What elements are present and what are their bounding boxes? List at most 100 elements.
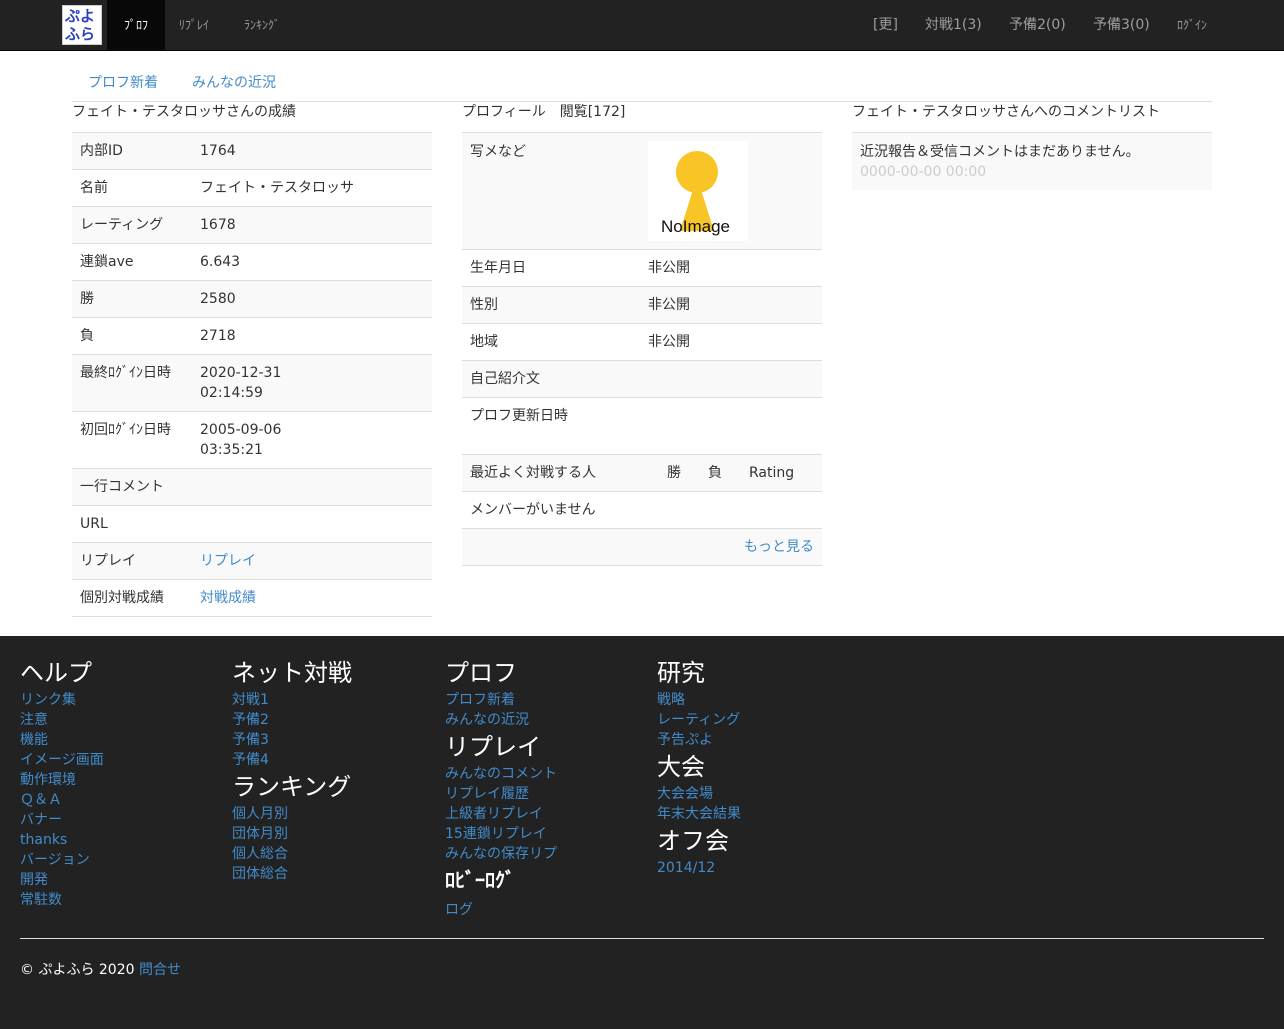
footer-link[interactable]: 年末大会結果 [657,804,857,824]
stats-link[interactable]: リプレイ [200,553,256,569]
profile-table: 写メなど NoImage 生年月日 非公開 性別 非公開 地域 非公開 自己紹介文 プロフ更新… [462,132,822,446]
footer-link[interactable]: 予備4 [232,750,432,770]
stats-table: 内部ID 1764 名前 フェイト・テスタロッサ レーティング 1678 連鎖ave 6.64… [72,132,432,617]
footer-link[interactable]: 2014/12 [657,858,857,878]
footer-link[interactable]: 戦略 [657,690,857,710]
opp-header-win: 勝 [659,454,700,492]
copyright: © ぷよふら 2020 問合せ [20,959,181,979]
site-logo[interactable]: ぷよ ふら [62,5,102,45]
stats-label: 最終ﾛｸﾞｲﾝ日時 [72,354,192,412]
footer-divider [20,938,1264,939]
footer-link[interactable]: 予告ぷよ [657,730,857,750]
footer-link[interactable]: 団体月別 [232,824,432,844]
stats-label: 勝 [72,280,192,318]
copyright-text: © ぷよふら 2020 [20,962,135,978]
stats-row: リプレイ リプレイ [72,542,432,580]
footer-link[interactable]: 個人総合 [232,844,432,864]
stats-row: 連鎖ave 6.643 [72,243,432,281]
subnav-recent-news[interactable]: みんなの近況 [192,72,276,92]
stats-value: 1764 [200,143,236,159]
stats-value: 2005-09-06 [200,422,282,438]
opp-header-rating: Rating [741,454,822,492]
footer-link[interactable]: thanks [20,830,220,850]
contact-link[interactable]: 問合せ [139,962,181,978]
footer-link[interactable]: みんなの近況 [445,710,645,730]
footer-link[interactable]: 常駐数 [20,890,220,910]
nav-spare2[interactable]: 予備2(0) [1009,0,1066,50]
profile-row: 地域 非公開 [462,323,822,361]
stats-row: 内部ID 1764 [72,132,432,170]
stats-label: 名前 [72,169,192,207]
footer-link[interactable]: 予備2 [232,710,432,730]
footer-link[interactable]: 上級者リプレイ [445,804,645,824]
footer-link[interactable]: イメージ画面 [20,750,220,770]
profile-row: 性別 非公開 [462,286,822,324]
stats-label: 個別対戦成績 [72,579,192,617]
footer-link[interactable]: 注意 [20,710,220,730]
more-link[interactable]: もっと見る [744,539,814,555]
comments-empty-text: 近況報告＆受信コメントはまだありません。 [860,144,1140,160]
comments-title: フェイト・テスタロッサさんへのコメントリスト [852,104,1160,120]
footer-heading: 大会 [657,753,705,781]
footer-link[interactable]: 予備3 [232,730,432,750]
stats-row: 勝 2580 [72,280,432,318]
footer-link[interactable]: 15連鎖リプレイ [445,824,645,844]
footer-link[interactable]: Ｑ＆Ａ [20,790,220,810]
subnav-new-profiles[interactable]: プロフ新着 [88,72,158,92]
footer-heading: ランキング [232,773,352,801]
stats-value-time: 02:14:59 [200,385,263,401]
stats-value: 1678 [200,217,236,233]
footer-heading: ヘルプ [20,659,92,687]
footer-link[interactable]: リプレイ履歴 [445,784,645,804]
footer-column: プロフ プロフ新着 みんなの近況 リプレイ みんなのコメント リプレイ履歴 上級者リプレイ 1… [445,656,645,920]
footer-link[interactable]: 個人月別 [232,804,432,824]
nav-ranking[interactable]: ﾗﾝｷﾝｸﾞ [244,0,280,50]
footer-link[interactable]: みんなのコメント [445,764,645,784]
profile-value: 非公開 [640,249,822,287]
nav-match1[interactable]: 対戦1(3) [925,0,982,50]
footer-link[interactable]: プロフ新着 [445,690,645,710]
footer-link[interactable]: 大会会場 [657,784,857,804]
footer-link[interactable]: 対戦1 [232,690,432,710]
footer-link[interactable]: 開発 [20,870,220,890]
footer-link[interactable]: ログ [445,900,645,920]
stats-row: レーティング 1678 [72,206,432,244]
nav-refresh[interactable]: [更] [873,0,898,50]
footer-column: ヘルプリンク集 注意 機能 イメージ画面 動作環境 Ｑ＆Ａ バナー thanks バージョン 開発… [20,656,220,910]
stats-link[interactable]: 対戦成績 [200,590,256,606]
opponents-header-row: 最近よく対戦する人 勝 負 Rating [462,454,822,492]
opponents-more-row: もっと見る [462,528,822,566]
stats-row: 個別対戦成績 対戦成績 [72,579,432,617]
footer-link[interactable]: 機能 [20,730,220,750]
footer-column: ネット対戦対戦1 予備2 予備3 予備4 ランキング個人月別 団体月別 個人総合 団体総合 [232,656,432,884]
nav-replay[interactable]: ﾘﾌﾟﾚｲ [179,0,209,50]
opponents-table: 最近よく対戦する人 勝 負 Rating メンバーがいません もっと見る [462,454,822,566]
footer-link[interactable]: リンク集 [20,690,220,710]
footer-heading: オフ会 [657,827,729,855]
profile-row: 自己紹介文 [462,360,822,398]
profile-photo-label: 写メなど [462,132,640,250]
stats-label: レーティング [72,206,192,244]
comment-date: 0000-00-00 00:00 [860,164,987,180]
stats-value: 6.643 [200,254,241,270]
footer-heading: ネット対戦 [232,659,352,687]
footer-link[interactable]: バージョン [20,850,220,870]
footer-link[interactable]: 団体総合 [232,864,432,884]
nav-login[interactable]: ﾛｸﾞｲﾝ [1177,0,1207,50]
profile-row: プロフ更新日時 [462,397,822,446]
stats-label: 負 [72,317,192,355]
nav-spare3[interactable]: 予備3(0) [1093,0,1150,50]
opponents-empty-row: メンバーがいません [462,491,822,529]
nav-profile[interactable]: ﾌﾟﾛﾌ [107,0,165,50]
stats-row: 初回ﾛｸﾞｲﾝ日時 2005-09-06 03:35:21 [72,411,432,469]
stats-label: URL [72,505,192,543]
profile-label: 自己紹介文 [462,360,640,398]
site-footer: ヘルプリンク集 注意 機能 イメージ画面 動作環境 Ｑ＆Ａ バナー thanks バージョン 開発… [0,636,1284,1029]
stats-value: 2020-12-31 [200,365,282,381]
stats-label: リプレイ [72,542,192,580]
footer-link[interactable]: レーティング [657,710,857,730]
footer-heading: 研究 [657,659,705,687]
footer-link[interactable]: 動作環境 [20,770,220,790]
footer-link[interactable]: バナー [20,810,220,830]
footer-link[interactable]: みんなの保存リプ [445,844,645,864]
